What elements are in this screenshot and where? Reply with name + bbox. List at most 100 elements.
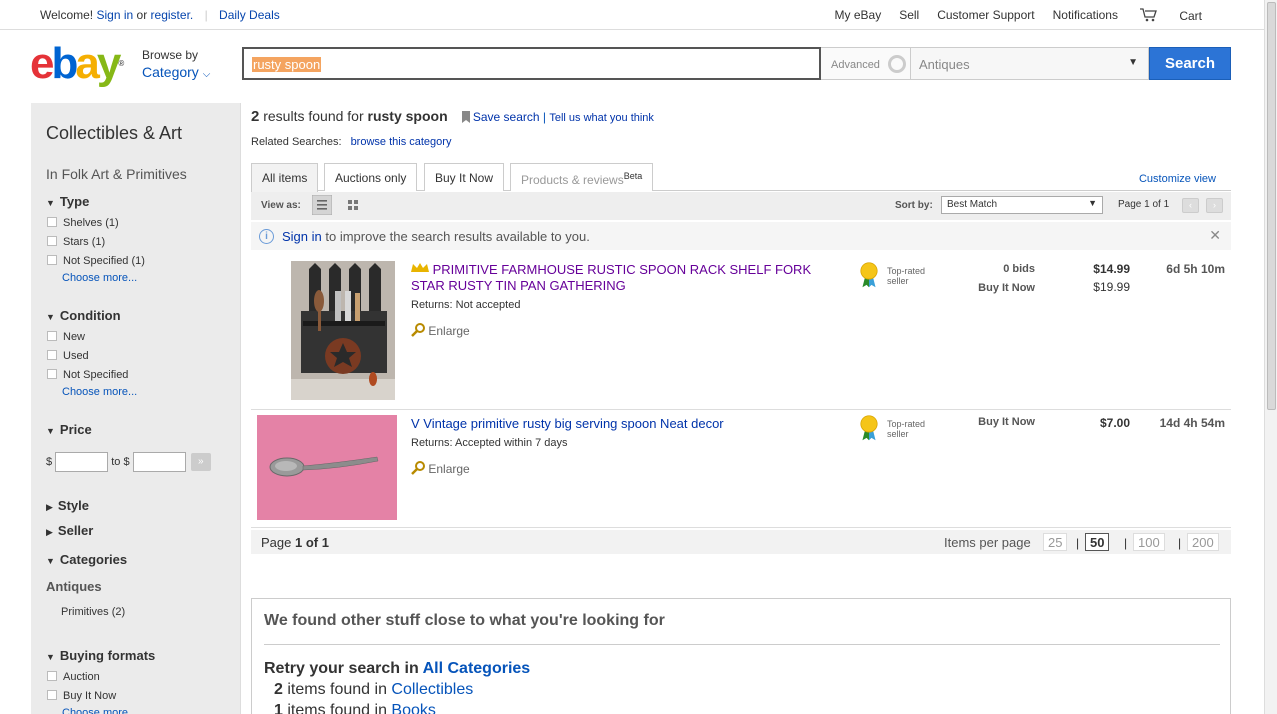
all-categories-link[interactable]: All Categories xyxy=(423,660,531,677)
checkbox[interactable] xyxy=(47,369,57,379)
daily-deals-link[interactable]: Daily Deals xyxy=(219,8,280,22)
collapse-icon: ▼ xyxy=(46,312,55,322)
sell-link[interactable]: Sell xyxy=(899,8,919,23)
register-link[interactable]: register. xyxy=(151,8,194,22)
results-query: rusty spoon xyxy=(367,108,448,124)
category-antiques-link[interactable]: Antiques xyxy=(46,579,102,594)
condition-option-new[interactable]: New xyxy=(47,331,85,343)
item-returns: Returns: Not accepted xyxy=(411,299,521,311)
items-per-page-50[interactable]: 50 xyxy=(1085,533,1110,551)
condition-header[interactable]: ▼ Condition xyxy=(46,308,121,323)
top-navigation-bar: Welcome! Sign in or register. | Daily De… xyxy=(0,0,1264,30)
buying-formats-header[interactable]: ▼ Buying formats xyxy=(46,648,155,663)
list-view-icon[interactable] xyxy=(312,195,332,215)
price-min-input[interactable] xyxy=(55,452,109,472)
buy-it-now-label: Buy It Now xyxy=(978,282,1035,294)
type-option-stars[interactable]: Stars (1) xyxy=(47,236,105,248)
category-dropdown[interactable]: Category ⌵ xyxy=(142,64,210,80)
search-input[interactable]: rusty spoon xyxy=(242,47,821,80)
sort-select[interactable]: Best Match ▼ xyxy=(941,196,1103,214)
item-title-link[interactable]: V Vintage primitive rusty big serving sp… xyxy=(411,416,831,432)
tab-buy-it-now[interactable]: Buy It Now xyxy=(424,163,505,191)
other-category-link[interactable]: Books xyxy=(391,702,435,714)
item-title: PRIMITIVE FARMHOUSE RUSTIC SPOON RACK SH… xyxy=(411,262,812,293)
next-page-button[interactable]: › xyxy=(1206,198,1223,213)
type-option-shelves[interactable]: Shelves (1) xyxy=(47,217,119,229)
customer-support-link[interactable]: Customer Support xyxy=(937,8,1034,23)
item-title-link[interactable]: PRIMITIVE FARMHOUSE RUSTIC SPOON RACK SH… xyxy=(411,262,831,294)
advanced-search-link[interactable]: Advanced xyxy=(821,47,910,80)
collapse-icon: ▼ xyxy=(46,426,55,436)
sidebar-subtitle[interactable]: In Folk Art & Primitives xyxy=(46,166,187,182)
scrollbar-thumb[interactable] xyxy=(1267,2,1276,410)
currency-label: $ xyxy=(46,455,53,468)
save-search-link[interactable]: Save search xyxy=(461,110,543,124)
other-category-link[interactable]: Collectibles xyxy=(391,681,473,698)
condition-choose-more-link[interactable]: Choose more... xyxy=(62,386,137,398)
price-header-label: Price xyxy=(59,422,92,437)
browse-by-category[interactable]: Browse by Category ⌵ xyxy=(142,48,210,80)
price-go-button[interactable]: » xyxy=(190,453,211,471)
price-max-input[interactable] xyxy=(132,452,186,472)
customize-view-link[interactable]: Customize view xyxy=(1139,173,1216,185)
sign-in-link[interactable]: Sign in xyxy=(96,8,133,22)
seller-header[interactable]: ▶ Seller xyxy=(46,523,93,538)
top-rated-seller-badge: Top-rated seller xyxy=(860,415,950,445)
collapse-icon: ▼ xyxy=(46,556,55,566)
search-button[interactable]: Search xyxy=(1149,47,1231,80)
checkbox[interactable] xyxy=(47,236,57,246)
type-option-not-specified[interactable]: Not Specified (1) xyxy=(47,255,145,267)
price-to-label: to $ xyxy=(111,455,130,468)
tab-all-items[interactable]: All items xyxy=(251,163,319,192)
items-per-page-25[interactable]: 25 xyxy=(1043,533,1068,551)
checkbox[interactable] xyxy=(47,331,57,341)
type-choose-more-link[interactable]: Choose more... xyxy=(62,272,137,284)
cart-link[interactable]: Cart xyxy=(1139,8,1202,23)
item-bids: Buy It Now xyxy=(978,413,1035,432)
checkbox[interactable] xyxy=(47,690,57,700)
prev-page-button[interactable]: ‹ xyxy=(1182,198,1199,213)
type-header[interactable]: ▼ Type xyxy=(46,194,89,209)
expand-icon: ▶ xyxy=(46,527,53,537)
items-per-page-200[interactable]: 200 xyxy=(1187,533,1219,551)
close-icon[interactable]: ✕ xyxy=(1209,227,1221,244)
items-per-page-label: Items per page xyxy=(944,535,1031,550)
page-scrollbar[interactable] xyxy=(1264,0,1277,714)
item-time-left: 14d 4h 54m xyxy=(1159,416,1225,430)
checkbox[interactable] xyxy=(47,255,57,265)
sort-value: Best Match xyxy=(947,199,998,210)
notifications-link[interactable]: Notifications xyxy=(1053,8,1118,23)
checkbox[interactable] xyxy=(47,350,57,360)
condition-option-not-specified[interactable]: Not Specified xyxy=(47,369,128,381)
category-primitives-link[interactable]: Primitives (2) xyxy=(61,606,125,618)
other-count: 1 xyxy=(274,702,283,714)
related-link[interactable]: browse this category xyxy=(351,136,452,148)
items-per-page-100[interactable]: 100 xyxy=(1133,533,1165,551)
grid-view-icon[interactable] xyxy=(343,195,363,215)
expand-icon: ▶ xyxy=(46,502,53,512)
style-header[interactable]: ▶ Style xyxy=(46,498,89,513)
item-thumbnail-spoon[interactable] xyxy=(257,415,397,520)
sidebar: Collectibles & Art In Folk Art & Primiti… xyxy=(31,103,241,714)
enlarge-link[interactable]: Enlarge xyxy=(411,323,470,338)
tab-auctions-only[interactable]: Auctions only xyxy=(324,163,418,191)
categories-header[interactable]: ▼ Categories xyxy=(46,552,127,567)
cart-label: Cart xyxy=(1179,9,1202,23)
results-found-text: results found for xyxy=(263,108,364,124)
price-header[interactable]: ▼ Price xyxy=(46,422,92,437)
my-ebay-link[interactable]: My eBay xyxy=(835,8,882,23)
buying-option-auction[interactable]: Auction xyxy=(47,671,100,683)
checkbox[interactable] xyxy=(47,671,57,681)
category-select[interactable]: Antiques ▼ xyxy=(910,47,1149,80)
signin-notice-link[interactable]: Sign in xyxy=(282,229,322,244)
ebay-logo[interactable]: ebay® xyxy=(30,42,124,86)
dropdown-arrow-icon: ▼ xyxy=(1128,57,1138,68)
enlarge-link[interactable]: Enlarge xyxy=(411,461,470,476)
buying-choose-more-link[interactable]: Choose more... xyxy=(62,707,137,714)
tab-products-reviews[interactable]: Products & reviewsBeta xyxy=(510,163,654,191)
tell-us-link[interactable]: Tell us what you think xyxy=(549,112,654,124)
condition-option-used[interactable]: Used xyxy=(47,350,89,362)
checkbox[interactable] xyxy=(47,217,57,227)
buying-option-buy-it-now[interactable]: Buy It Now xyxy=(47,690,116,702)
item-thumbnail-spoon-rack[interactable] xyxy=(291,261,395,400)
